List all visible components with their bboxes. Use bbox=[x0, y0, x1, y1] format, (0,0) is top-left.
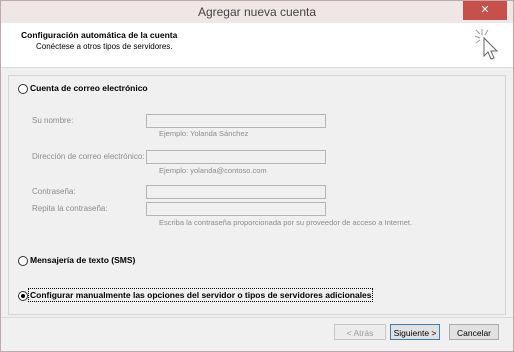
header-subtitle: Conéctese a otros tipos de servidores. bbox=[36, 42, 173, 51]
password-confirm-field[interactable] bbox=[146, 202, 326, 216]
password-hint: Escriba la contraseña proporcionada por … bbox=[159, 218, 413, 227]
close-button[interactable]: ✕ bbox=[463, 1, 507, 20]
footer-divider bbox=[1, 317, 513, 318]
email-field[interactable] bbox=[146, 150, 326, 164]
back-button[interactable]: < Atrás bbox=[334, 324, 386, 340]
close-icon: ✕ bbox=[480, 4, 490, 16]
manual-config-label[interactable]: Configurar manualmente las opciones del … bbox=[30, 290, 372, 300]
email-account-label[interactable]: Cuenta de correo electrónico bbox=[30, 83, 148, 93]
next-button[interactable]: Siguiente > bbox=[390, 324, 440, 340]
manual-config-radio[interactable] bbox=[18, 291, 28, 301]
sms-label[interactable]: Mensajería de texto (SMS) bbox=[30, 255, 135, 265]
name-field-hint: Ejemplo: Yolanda Sánchez bbox=[159, 129, 249, 138]
cursor-sparkle-icon bbox=[474, 29, 499, 60]
password-field-label: Contraseña: bbox=[32, 187, 76, 196]
dialog-window: Agregar nueva cuenta ✕ Configuración aut… bbox=[0, 0, 514, 352]
header-title: Configuración automática de la cuenta bbox=[21, 30, 178, 40]
sms-radio[interactable] bbox=[18, 256, 28, 266]
email-field-hint: Ejemplo: yolanda@contoso.com bbox=[159, 166, 267, 175]
password-confirm-field-label: Repita la contraseña: bbox=[32, 204, 108, 213]
title-bar[interactable]: Agregar nueva cuenta ✕ bbox=[1, 1, 513, 23]
email-field-label: Dirección de correo electrónico: bbox=[32, 152, 145, 161]
name-field[interactable] bbox=[146, 114, 326, 128]
cancel-button[interactable]: Cancelar bbox=[449, 324, 499, 340]
email-account-radio[interactable] bbox=[18, 84, 28, 94]
password-field[interactable] bbox=[146, 185, 326, 199]
name-field-label: Su nombre: bbox=[32, 116, 74, 125]
wizard-header: Configuración automática de la cuenta Co… bbox=[1, 23, 513, 68]
window-title: Agregar nueva cuenta bbox=[197, 5, 317, 19]
